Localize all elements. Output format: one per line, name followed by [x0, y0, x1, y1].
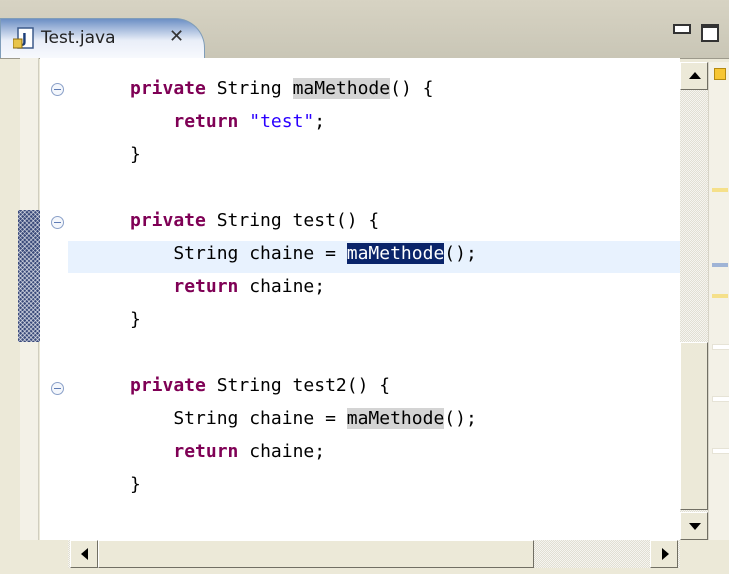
- code-token: }: [130, 144, 141, 165]
- line-mark[interactable]: [712, 344, 729, 350]
- code-token: }: [130, 309, 141, 330]
- collapse-icon[interactable]: [51, 382, 64, 395]
- selected-text: maMethode: [346, 243, 445, 264]
- code-token: String chaine =: [130, 408, 347, 429]
- code-line[interactable]: return chaine;: [130, 271, 325, 303]
- keyword-token: return: [173, 276, 239, 297]
- horizontal-scrollbar[interactable]: [68, 540, 680, 568]
- scroll-right-button[interactable]: [650, 540, 678, 568]
- scroll-left-button[interactable]: [70, 540, 98, 568]
- code-token: chaine;: [238, 276, 326, 297]
- code-line[interactable]: }: [130, 139, 141, 171]
- arrow-down-icon: [689, 523, 701, 530]
- arrow-left-icon: [81, 548, 88, 560]
- horizontal-scroll-thumb[interactable]: [98, 540, 534, 568]
- scroll-up-button[interactable]: [680, 62, 708, 90]
- folding-column[interactable]: [40, 58, 69, 540]
- keyword-token: return: [173, 111, 239, 132]
- keyword-token: private: [130, 210, 206, 231]
- code-token: String test() {: [205, 210, 380, 231]
- code-line[interactable]: private String test() {: [130, 205, 379, 237]
- line-mark[interactable]: [712, 396, 729, 402]
- code-token: }: [130, 474, 141, 495]
- close-icon[interactable]: ✕: [169, 26, 187, 48]
- collapse-icon[interactable]: [51, 216, 64, 229]
- code-token: () {: [390, 78, 434, 99]
- java-editor: J Test.java ✕ private String maMethode()…: [0, 0, 729, 574]
- arrow-up-icon: [689, 72, 701, 79]
- keyword-token: return: [173, 441, 239, 462]
- tab-label: Test.java: [41, 28, 116, 48]
- code-line[interactable]: return chaine;: [130, 436, 325, 468]
- code-token: ();: [444, 408, 477, 429]
- line-mark[interactable]: [712, 448, 729, 454]
- selection-mark[interactable]: [712, 263, 728, 267]
- vertical-scroll-thumb[interactable]: [680, 342, 708, 510]
- editor-bottom-edge: [0, 568, 729, 574]
- maximize-icon[interactable]: [701, 24, 719, 42]
- string-literal-token: "test": [249, 111, 315, 132]
- code-line[interactable]: String chaine = maMethode();: [130, 403, 477, 435]
- editor-tab-bar: J Test.java ✕: [0, 0, 729, 59]
- view-controls: [665, 22, 729, 46]
- occurrence-mark[interactable]: [712, 188, 728, 192]
- code-token: String test2() {: [205, 375, 391, 396]
- editor-tab-test-java[interactable]: J Test.java ✕: [0, 18, 205, 58]
- occurrence-highlight: maMethode: [346, 408, 445, 429]
- code-line[interactable]: return "test";: [130, 106, 325, 138]
- code-line[interactable]: }: [130, 304, 141, 336]
- code-text-area[interactable]: private String maMethode() { return "tes…: [68, 58, 680, 540]
- code-token: String: [205, 78, 293, 99]
- code-line[interactable]: private String maMethode() {: [130, 73, 433, 105]
- overview-summary-icon[interactable]: [714, 68, 726, 80]
- occurrence-highlight: maMethode: [292, 78, 391, 99]
- code-token: ();: [444, 243, 477, 264]
- overview-ruler[interactable]: [708, 62, 729, 540]
- occurrence-mark[interactable]: [712, 294, 728, 298]
- range-indicator: [18, 210, 40, 342]
- code-token: ;: [314, 111, 326, 132]
- scroll-down-button[interactable]: [680, 512, 708, 540]
- code-token: chaine;: [238, 441, 326, 462]
- vertical-scrollbar[interactable]: [680, 62, 708, 540]
- collapse-icon[interactable]: [51, 83, 64, 96]
- keyword-token: private: [130, 78, 206, 99]
- code-line[interactable]: private String test2() {: [130, 370, 390, 402]
- java-file-icon: J: [12, 27, 35, 51]
- code-token: String chaine =: [130, 243, 347, 264]
- minimize-icon[interactable]: [673, 24, 691, 34]
- code-line[interactable]: }: [130, 469, 141, 501]
- code-line[interactable]: String chaine = maMethode();: [130, 238, 477, 270]
- arrow-right-icon: [662, 548, 669, 560]
- keyword-token: private: [130, 375, 206, 396]
